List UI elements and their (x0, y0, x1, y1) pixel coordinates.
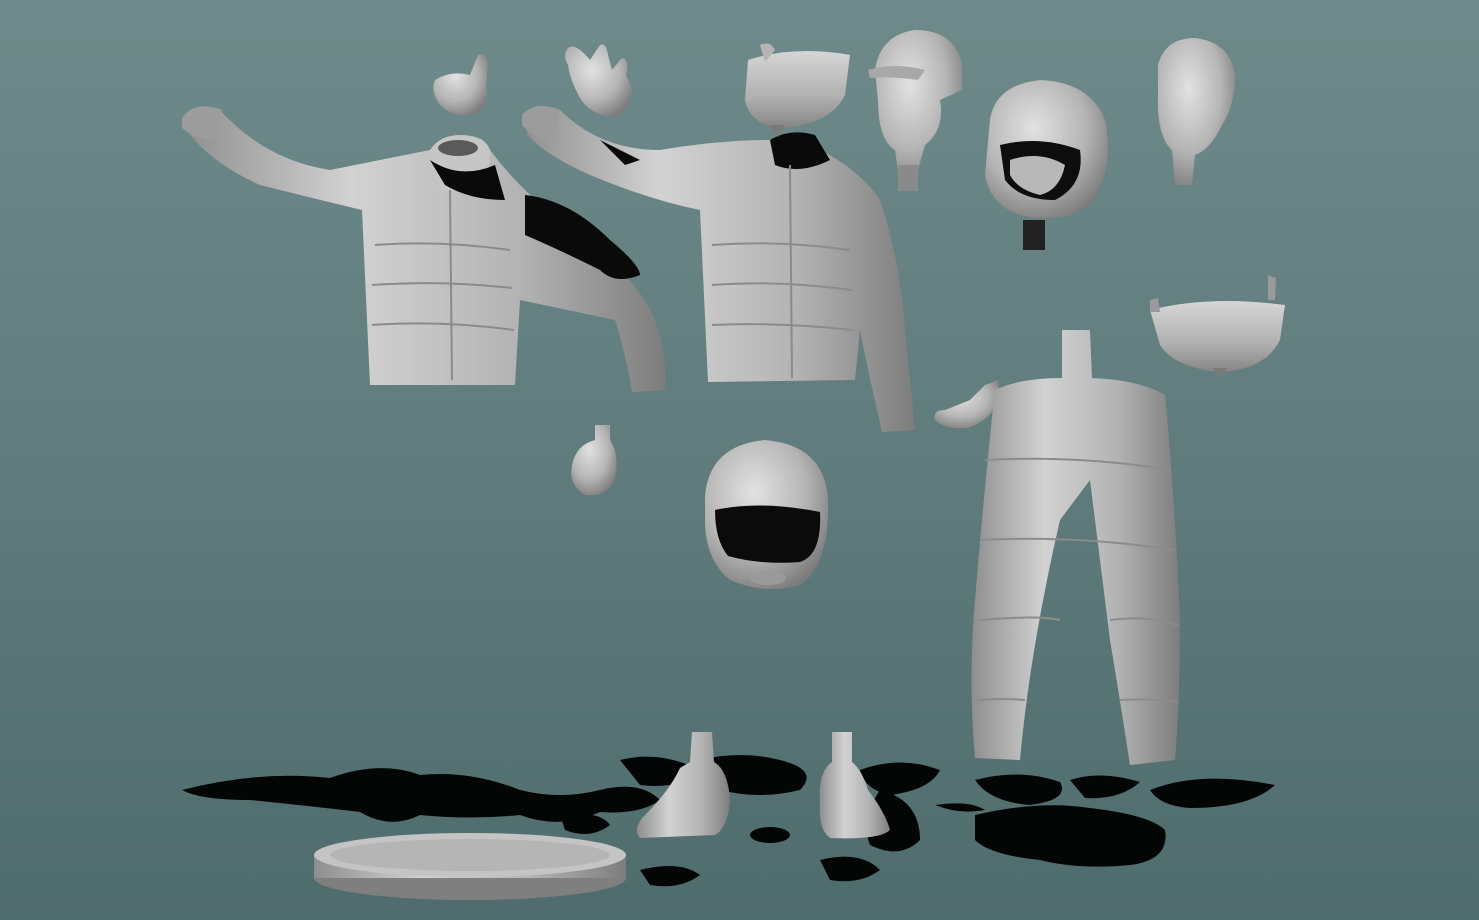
pants (971, 330, 1180, 765)
visor-top (745, 43, 850, 137)
display-base (314, 833, 626, 900)
bare-head (1158, 38, 1235, 185)
hand-relaxed (934, 380, 1000, 429)
helmet-open (705, 440, 829, 589)
hand-open (565, 44, 632, 118)
cap-head (868, 30, 962, 191)
hand-fist (571, 425, 617, 496)
3d-render-viewport (0, 0, 1479, 920)
visor-right (1150, 275, 1285, 378)
render-canvas (182, 30, 1285, 900)
hand-thumbs-up (433, 54, 488, 116)
helmet-with-face (985, 80, 1108, 250)
